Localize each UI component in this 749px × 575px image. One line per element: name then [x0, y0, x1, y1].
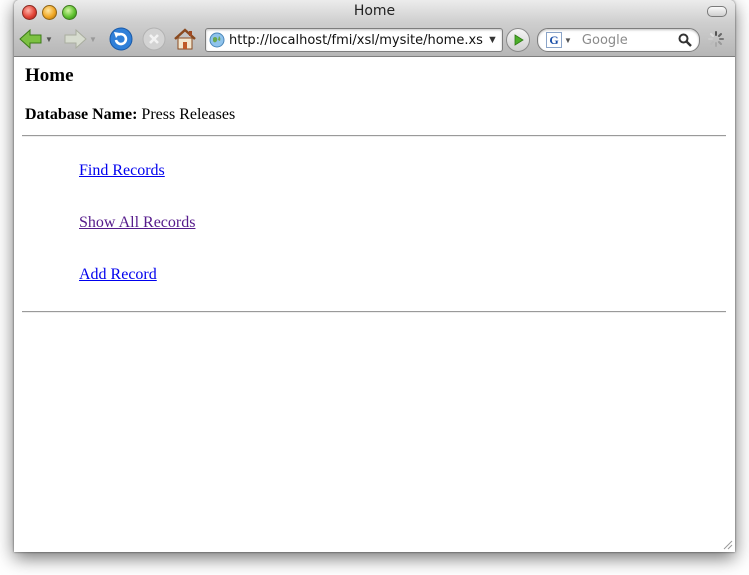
globe-icon: [209, 32, 225, 48]
reload-button[interactable]: [108, 26, 134, 52]
search-engine-icon[interactable]: G: [546, 32, 562, 48]
go-icon: [514, 34, 524, 46]
toolbar-toggle-button[interactable]: [707, 6, 727, 17]
divider-top: [22, 135, 726, 137]
address-bar-url: http://localhost/fmi/xsl/mysite/home.xsl…: [229, 32, 484, 48]
search-icon[interactable]: [678, 33, 692, 47]
stop-icon: [142, 27, 166, 51]
forward-history-dropdown-icon[interactable]: ▼: [89, 35, 97, 44]
forward-icon: [64, 29, 87, 49]
back-button[interactable]: ▼: [18, 26, 54, 52]
search-engine-dropdown-icon[interactable]: ▼: [564, 36, 572, 45]
find-records-link[interactable]: Find Records: [79, 162, 165, 180]
title-bar: Home: [14, 0, 735, 22]
window-title: Home: [353, 3, 396, 19]
page-title: Home: [25, 65, 74, 86]
browser-toolbar: ▼ ▼ http://localhost/fmi/xsl/mysite/home…: [14, 22, 735, 57]
search-input[interactable]: Google: [582, 33, 678, 48]
divider-bottom: [22, 311, 726, 313]
database-name-value: Press Releases: [141, 106, 236, 123]
back-history-dropdown-icon[interactable]: ▼: [45, 35, 53, 44]
home-icon: [174, 28, 196, 50]
add-record-link[interactable]: Add Record: [79, 266, 157, 284]
address-history-dropdown-icon[interactable]: ▼: [487, 34, 498, 46]
go-button[interactable]: [506, 28, 530, 52]
browser-window: Home ▼ ▼ http://localhost/fmi/xsl/mysite…: [14, 0, 735, 552]
database-name-line: Database Name: Press Releases: [25, 106, 235, 124]
page-content: Home Database Name: Press Releases Find …: [14, 57, 735, 552]
search-bar[interactable]: G ▼ Google: [537, 28, 700, 52]
database-name-label: Database Name:: [25, 106, 138, 123]
home-button[interactable]: [172, 26, 198, 52]
reload-icon: [109, 27, 133, 51]
stop-button[interactable]: [141, 26, 167, 52]
show-all-records-link[interactable]: Show All Records: [79, 214, 195, 232]
forward-button[interactable]: ▼: [62, 26, 98, 52]
back-icon: [19, 29, 42, 49]
loading-spinner-icon: [708, 31, 724, 52]
resize-grip-icon[interactable]: [721, 538, 733, 550]
address-bar[interactable]: http://localhost/fmi/xsl/mysite/home.xsl…: [205, 28, 503, 52]
